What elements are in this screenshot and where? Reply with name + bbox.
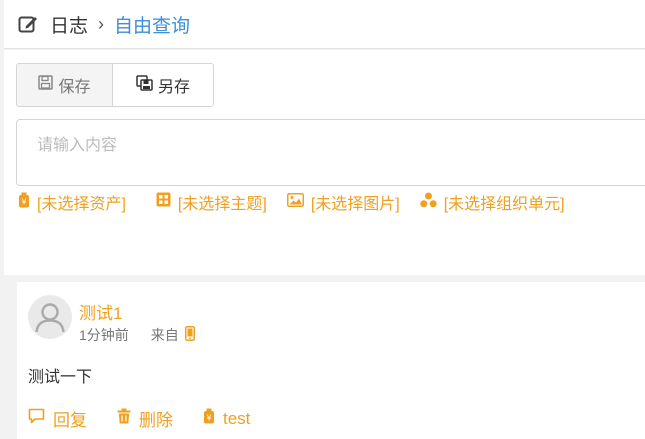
delete-label: 删除 [139,411,173,430]
page-header: 日志 › 自由查询 [4,0,645,49]
save-as-icon [136,74,158,96]
topic-selector[interactable]: [未选择主题] [156,190,267,214]
asset-tag-icon: ¥ [203,408,223,429]
save-label: 保存 [58,79,91,96]
compose-panel: 保存 另存 请输入内容 ¥ [未选择资产] [未选择主题] [未选择图片] [未… [4,50,645,275]
trash-icon [117,408,139,429]
save-as-button[interactable]: 另存 [113,64,213,106]
grid-icon [156,192,178,212]
breadcrumb-current[interactable]: 自由查询 [114,11,190,38]
image-selector[interactable]: [未选择图片] [286,190,400,214]
comment-icon [28,408,53,429]
post-author[interactable]: 测试1 [79,299,122,324]
reply-button[interactable]: 回复 [28,406,87,431]
breadcrumb-root[interactable]: 日志 [50,11,88,38]
edit-icon [18,13,40,35]
content-input-placeholder: 请输入内容 [37,137,118,154]
mobile-phone-icon [179,326,195,344]
avatar[interactable] [28,295,72,339]
asset-tag-label: test [223,408,251,428]
svg-text:¥: ¥ [206,414,211,423]
asset-selector-label: [未选择资产] [37,196,126,213]
save-as-label: 另存 [157,79,190,96]
image-selector-label: [未选择图片] [310,196,400,213]
asset-tag-link[interactable]: ¥ test [203,408,250,429]
post-card: 测试1 1分钟前 来自 测试一下 回复 删除 ¥ test [17,282,645,439]
reply-label: 回复 [53,411,87,430]
save-button-group: 保存 另存 [16,63,214,107]
delete-button[interactable]: 删除 [117,406,173,431]
asset-selector[interactable]: ¥ [未选择资产] [18,190,126,214]
image-icon [286,192,311,212]
floppy-disk-icon [38,75,58,95]
asset-tag-icon: ¥ [18,192,37,213]
org-unit-selector-label: [未选择组织单元] [443,196,565,213]
save-button[interactable]: 保存 [17,64,113,106]
org-unit-icon [420,192,444,213]
post-content: 测试一下 [28,369,93,386]
post-time: 1分钟前 [79,327,129,343]
post-actions: 回复 删除 ¥ test [28,406,280,431]
post-source-label: 来自 [150,327,179,343]
breadcrumb-separator: › [98,13,105,34]
content-input[interactable]: 请输入内容 [16,119,645,186]
org-unit-selector[interactable]: [未选择组织单元] [420,190,565,214]
svg-text:¥: ¥ [21,197,26,206]
topic-selector-label: [未选择主题] [177,196,267,213]
selector-row: ¥ [未选择资产] [未选择主题] [未选择图片] [未选择组织单元] [18,190,585,214]
post-meta: 1分钟前 来自 [79,325,195,345]
